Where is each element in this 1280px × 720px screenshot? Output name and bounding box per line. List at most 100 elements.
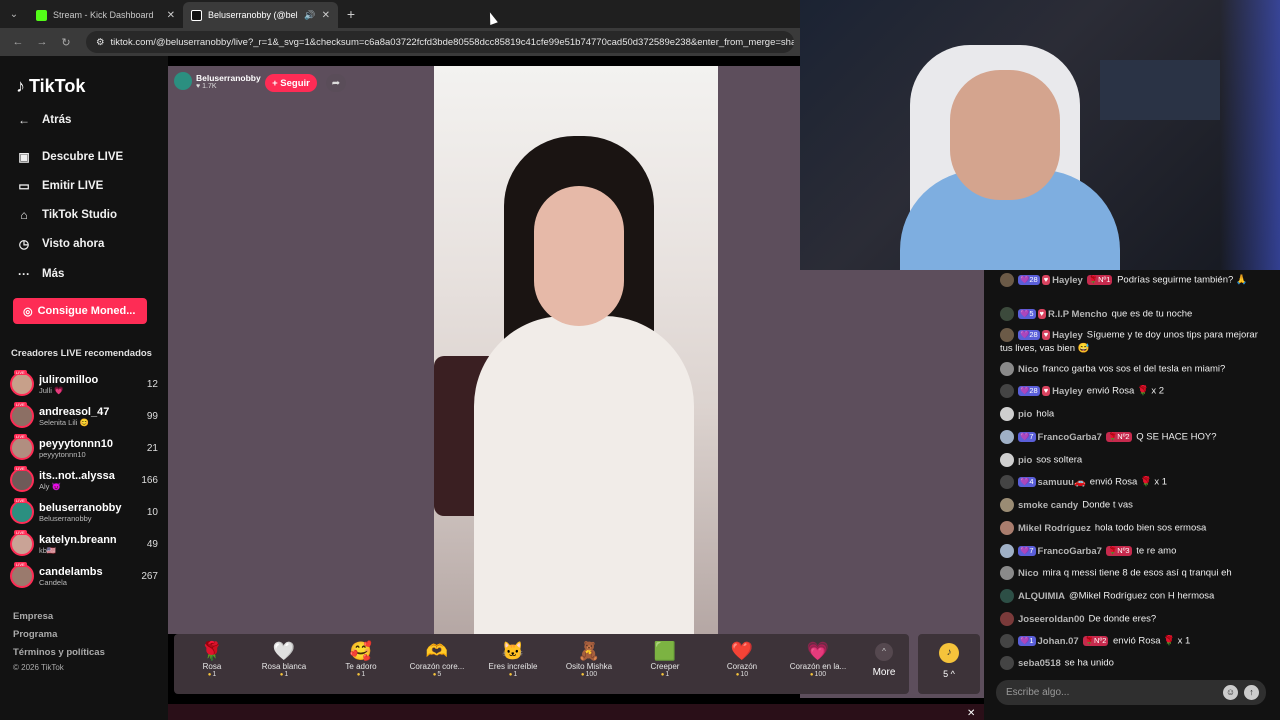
new-tab-button[interactable]: +: [338, 6, 364, 22]
follow-button[interactable]: + Seguir: [265, 74, 317, 92]
gift-bar: 🌹Rosa1 🤍Rosa blanca1 🥰Te adoro1 🫶Corazón…: [174, 634, 909, 694]
viewer-count: 267: [141, 570, 158, 582]
get-coins-button[interactable]: ◎ Consigue Moned...: [13, 298, 147, 324]
tab-close-icon[interactable]: ✕: [322, 10, 330, 21]
gift-osito-mishka[interactable]: 🧸Osito Mishka100: [551, 640, 627, 678]
forward-icon[interactable]: →: [30, 36, 54, 48]
gift-eres-increible[interactable]: 🐱Eres increíble1: [475, 640, 551, 678]
streamer-likes: ♥ 1.7K: [196, 82, 217, 90]
coin-icon: ♪: [939, 643, 959, 663]
creator-item[interactable]: LIVE beluserranobby Beluserranobby 10: [10, 497, 160, 527]
avatar[interactable]: [1000, 362, 1014, 376]
studio-icon: ⌂: [20, 208, 28, 222]
chat-message: pio sos soltera: [1000, 453, 1262, 467]
video-streamer-shirt: [474, 316, 694, 634]
tab-close-icon[interactable]: ✕: [167, 10, 175, 21]
avatar[interactable]: [1000, 521, 1014, 535]
audio-icon[interactable]: 🔊: [304, 10, 315, 21]
white-rose-icon: 🤍: [272, 641, 296, 661]
chat-gift-message: 💜28 ♥ Hayley envió Rosa 🌹 x 2: [1000, 384, 1262, 398]
gift-creeper[interactable]: 🟩Creeper1: [627, 640, 703, 678]
avatar[interactable]: [1000, 273, 1014, 287]
avatar[interactable]: [1000, 544, 1014, 558]
creator-item[interactable]: LIVE andreasol_47 Selenita Lili 😊 99: [10, 401, 160, 431]
url-field[interactable]: ⚙ tiktok.com/@beluserranobby/live?_r=1&_…: [86, 31, 794, 53]
streamer-info[interactable]: Beluserranobby ♥ 1.7K: [174, 72, 261, 90]
chat-message: 💜28 ♥ Hayley Sígueme y te doy unos tips par…: [1000, 328, 1258, 354]
avatar[interactable]: [1000, 328, 1014, 342]
live-icon: ▣: [18, 150, 30, 164]
reload-icon[interactable]: ↻: [54, 36, 78, 49]
chat-input-placeholder: Escribe algo...: [1006, 687, 1070, 698]
coin-icon: ◎: [23, 305, 33, 318]
back-icon[interactable]: ←: [6, 36, 30, 48]
webcam-shelf: [1100, 60, 1220, 120]
sparkle-heart-icon: 💗: [806, 641, 830, 661]
creator-item[interactable]: LIVE katelyn.breann kb🇺🇸 49: [10, 529, 160, 559]
gift-icon: [1000, 475, 1014, 489]
gift-rosa-blanca[interactable]: 🤍Rosa blanca1: [246, 640, 322, 678]
coin-balance-button[interactable]: ♪ 5 ^: [918, 634, 980, 694]
avatar: LIVE: [10, 434, 34, 460]
chat-message: 💜5 ♥ R.I.P Mencho que es de tu noche: [1000, 307, 1262, 321]
nav-more[interactable]: ··· Más: [16, 267, 64, 281]
avatar[interactable]: [1000, 407, 1014, 421]
chat-message: ALQUIMIA @Mikel Rodríguez con H hermosa: [1000, 589, 1262, 603]
tiktok-logo[interactable]: ♪ TikTok: [16, 76, 85, 97]
live-video[interactable]: [434, 66, 718, 634]
creator-item[interactable]: LIVE peyyytonnn10 peyyytonnn10 21: [10, 433, 160, 463]
share-icon[interactable]: ➦: [326, 74, 346, 92]
bottom-banner: [168, 704, 984, 720]
gift-corazon[interactable]: ❤️Corazón10: [704, 640, 780, 678]
footer-link-terms[interactable]: Términos y políticas: [13, 647, 105, 658]
copyright-text: © 2026 TikTok: [13, 663, 64, 672]
viewer-count: 12: [146, 378, 158, 390]
avatar[interactable]: [1000, 612, 1014, 626]
nav-go-live[interactable]: ▭ Emitir LIVE: [16, 179, 103, 193]
nav-discover-live[interactable]: ▣ Descubre LIVE: [16, 150, 123, 164]
gift-rosa[interactable]: 🌹Rosa1: [174, 640, 250, 678]
gift-te-adoro[interactable]: 🥰Te adoro1: [323, 640, 399, 678]
more-gifts-button[interactable]: ^ More: [858, 640, 910, 678]
webcam-blue-glow: [1220, 0, 1280, 270]
footer-link-empresa[interactable]: Empresa: [13, 611, 53, 622]
avatar[interactable]: [1000, 589, 1014, 603]
avatar[interactable]: [1000, 430, 1014, 444]
webcam-overlay: [800, 0, 1280, 270]
tab-search-icon[interactable]: ⌄: [0, 0, 28, 28]
streamer-avatar[interactable]: [174, 72, 192, 90]
avatar[interactable]: [1000, 498, 1014, 512]
tiktok-note-icon: ♪: [16, 76, 25, 96]
site-info-icon[interactable]: ⚙: [96, 37, 105, 48]
creator-item[interactable]: LIVE candelambs Candela 267: [10, 561, 160, 591]
chat-message: Nico franco garba vos sos el del tesla en…: [1000, 362, 1262, 376]
chat-gift-message: 💜4 samuuu🚗 envió Rosa 🌹 x 1: [1000, 475, 1262, 489]
tab-title: Beluserranobby (@beluserr: [208, 10, 298, 20]
chat-input[interactable]: Escribe algo... ☺ ↑: [996, 680, 1266, 705]
heart-icon: ❤️: [730, 641, 754, 661]
url-text: tiktok.com/@beluserranobby/live?_r=1&_sv…: [110, 36, 794, 48]
nav-watch-history[interactable]: ◷ Visto ahora: [16, 237, 105, 251]
cat-icon: 🐱: [501, 641, 525, 661]
avatar[interactable]: [1000, 453, 1014, 467]
footer-link-programa[interactable]: Programa: [13, 629, 57, 640]
creator-item[interactable]: LIVE juliromilloo Julli 💗 12: [10, 369, 160, 399]
close-icon[interactable]: ✕: [967, 708, 975, 719]
recommended-creators-title: Creadores LIVE recomendados: [11, 348, 152, 359]
creator-item[interactable]: LIVE its..not..alyssa Aly 😈 166: [10, 465, 160, 495]
gift-corazon-en-la[interactable]: 💗Corazón en la...100: [780, 640, 856, 678]
gift-corazon-coreano[interactable]: 🫶Corazón core...5: [399, 640, 475, 678]
join-icon: [1000, 656, 1014, 670]
emoji-icon[interactable]: ☺: [1223, 685, 1238, 700]
chat-message: 💜28 ♥ Hayley 🌹Nº1 Podrías seguirme también?…: [1000, 273, 1262, 287]
back-link[interactable]: ← Atrás: [16, 113, 71, 127]
viewer-count: 49: [146, 538, 158, 550]
gift-icon: [1000, 384, 1014, 398]
avatar[interactable]: [1000, 566, 1014, 580]
avatar[interactable]: [1000, 307, 1014, 321]
browser-tab-kick[interactable]: Stream - Kick Dashboard ✕: [28, 2, 183, 28]
send-icon[interactable]: ↑: [1244, 685, 1259, 700]
love-face-icon: 🥰: [349, 641, 373, 661]
nav-tiktok-studio[interactable]: ⌂ TikTok Studio: [16, 208, 117, 222]
browser-tab-tiktok[interactable]: Beluserranobby (@beluserr 🔊 ✕: [183, 2, 338, 28]
